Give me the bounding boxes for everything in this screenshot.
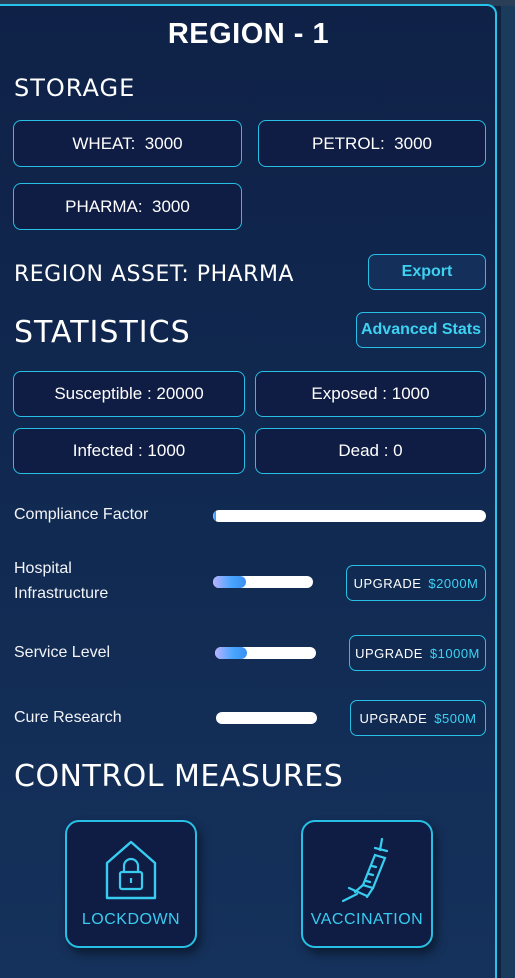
upgrade-word: UPGRADE bbox=[359, 710, 428, 726]
advanced-stats-button[interactable]: Advanced Stats bbox=[356, 312, 486, 348]
storage-petrol: PETROL: 3000 bbox=[258, 120, 486, 167]
storage-wheat: WHEAT: 3000 bbox=[13, 120, 242, 167]
vaccination-button[interactable]: VACCINATION bbox=[301, 820, 433, 948]
house-lock-icon bbox=[67, 836, 195, 906]
control-measures-heading: CONTROL MEASURES bbox=[14, 759, 344, 794]
syringe-icon bbox=[303, 836, 431, 906]
upgrade-cost: $1000M bbox=[429, 645, 480, 661]
upgrade-service-button[interactable]: UPGRADE $1000M bbox=[349, 635, 486, 671]
upgrade-word: UPGRADE bbox=[355, 645, 423, 661]
cure-research-bar bbox=[216, 712, 317, 724]
hospital-infrastructure-bar bbox=[213, 576, 313, 588]
compliance-factor-label: Compliance Factor bbox=[14, 506, 149, 523]
upgrade-word: UPGRADE bbox=[353, 575, 422, 591]
stat-infected: Infected : 1000 bbox=[13, 428, 245, 474]
region-panel: REGION - 1 STORAGE WHEAT: 3000 PETROL: 3… bbox=[0, 4, 497, 978]
region-asset-label: REGION ASSET: PHARMA bbox=[14, 262, 294, 287]
statistics-heading: STATISTICS bbox=[14, 315, 191, 350]
service-level-label: Service Level bbox=[14, 644, 111, 661]
hospital-infrastructure-fill bbox=[213, 576, 246, 588]
stat-susceptible: Susceptible : 20000 bbox=[13, 371, 245, 417]
upgrade-cost: $500M bbox=[434, 710, 477, 726]
upgrade-cure-button[interactable]: UPGRADE $500M bbox=[350, 700, 486, 736]
lockdown-label: LOCKDOWN bbox=[81, 911, 181, 928]
export-button[interactable]: Export bbox=[368, 254, 486, 290]
vaccination-label: VACCINATION bbox=[310, 911, 424, 928]
hospital-infrastructure-label: Hospital Infrastructure bbox=[14, 560, 109, 602]
storage-heading: STORAGE bbox=[14, 74, 136, 102]
stat-dead: Dead : 0 bbox=[255, 428, 486, 474]
upgrade-hospital-button[interactable]: UPGRADE $2000M bbox=[346, 565, 486, 601]
upgrade-cost: $2000M bbox=[428, 575, 479, 591]
compliance-factor-bar bbox=[213, 510, 486, 522]
service-level-bar bbox=[215, 647, 316, 659]
lockdown-button[interactable]: LOCKDOWN bbox=[65, 820, 197, 948]
region-title: REGION - 1 bbox=[167, 18, 330, 50]
cure-research-label: Cure Research bbox=[14, 709, 122, 726]
stat-exposed: Exposed : 1000 bbox=[255, 371, 486, 417]
map-edge bbox=[501, 0, 515, 978]
storage-pharma: PHARMA: 3000 bbox=[13, 183, 242, 230]
service-level-fill bbox=[215, 647, 248, 659]
compliance-factor-fill bbox=[213, 510, 216, 522]
